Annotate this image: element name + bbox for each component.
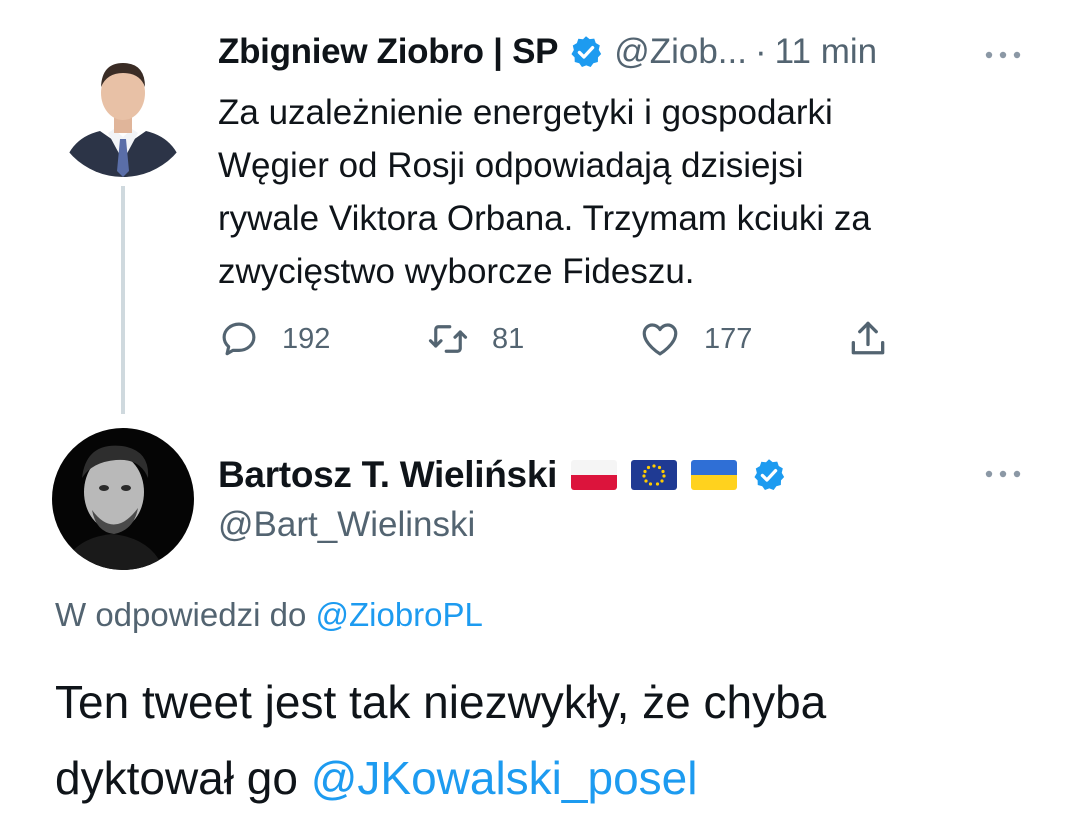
reply-count: 192 [282,322,331,355]
replying-to-label: W odpowiedzi do [55,596,307,633]
retweet-count: 81 [492,322,525,355]
like-icon [638,318,682,360]
tweet-thread: Zbigniew Ziobro | SP @Ziob... · 11 min Z… [0,0,1080,818]
author-name[interactable]: Zbigniew Ziobro | SP [218,32,558,72]
replying-to: W odpowiedzi do @ZiobroPL [55,596,483,634]
reply-button[interactable]: 192 [218,316,330,362]
replying-to-mention[interactable]: @ZiobroPL [315,596,482,633]
avatar-ziobro[interactable] [52,35,194,177]
mention-link[interactable]: @JKowalski_posel [311,752,698,804]
reply-text-line: dyktował go @JKowalski_posel [55,740,826,816]
reply-text: Ten tweet jest tak niezwykły, że chyba d… [55,664,826,816]
share-icon [846,317,890,361]
more-icon[interactable] [983,466,1023,478]
tweet-text-line: rywale Viktora Orbana. Trzymam kciuki za [218,199,871,238]
verified-badge-icon [751,457,787,493]
thread-connector [121,186,125,414]
share-button[interactable] [846,316,890,362]
like-button[interactable]: 177 [638,316,752,362]
eu-flag-icon [631,460,678,490]
tweet-text-line: Węgier od Rosji odpowiadają dzisiejsi [218,146,804,185]
tweet-header: Zbigniew Ziobro | SP @Ziob... · 11 min [218,28,877,76]
more-icon[interactable] [983,47,1023,59]
tweet-text: Za uzależnienie energetyki i gospodarki … [218,86,1038,298]
reply-text-fragment: dyktował go [55,752,298,804]
author-handle[interactable]: @Bart_Wielinski [218,505,475,545]
tweet-timestamp[interactable]: 11 min [775,32,877,72]
author-name[interactable]: Bartosz T. Wieliński [218,454,557,496]
ukraine-flag-icon [691,460,738,490]
poland-flag-icon [571,460,618,490]
reply-header: Bartosz T. Wieliński [218,450,787,500]
tweet-text-line: Za uzależnienie energetyki i gospodarki [218,93,833,132]
author-handle[interactable]: @Ziob... [614,32,747,72]
reply-icon [218,318,260,360]
separator-dot: · [754,32,767,71]
avatar-wielinski[interactable] [52,428,194,570]
retweet-icon [426,318,470,360]
reply-text-line: Ten tweet jest tak niezwykły, że chyba [55,676,827,728]
like-count: 177 [704,322,753,355]
verified-badge-icon [568,34,604,70]
tweet-text-line: zwycięstwo wyborcze Fideszu. [218,252,695,291]
retweet-button[interactable]: 81 [426,316,524,362]
